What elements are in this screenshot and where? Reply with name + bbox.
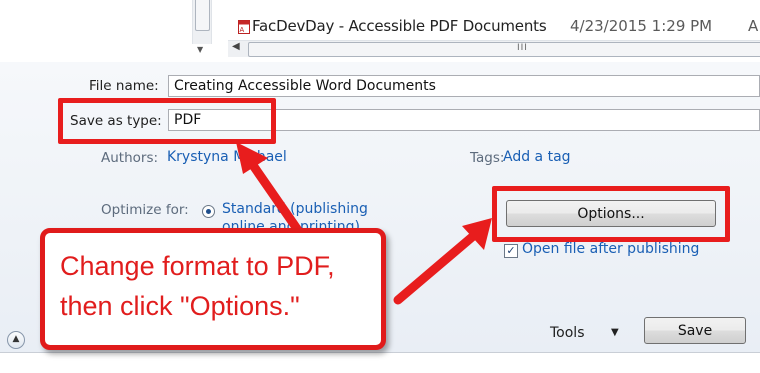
- instruction-callout: Change format to PDF, then click "Option…: [40, 228, 386, 350]
- callout-line-1: Change format to PDF,: [60, 251, 335, 281]
- callout-line-2: then click "Options.": [60, 291, 300, 321]
- save-as-dialog-screenshot: ▼ A FacDevDay - Accessible PDF Documents…: [0, 0, 760, 373]
- arrow-to-options: [393, 227, 483, 305]
- arrow-to-save-as-type: [243, 153, 307, 241]
